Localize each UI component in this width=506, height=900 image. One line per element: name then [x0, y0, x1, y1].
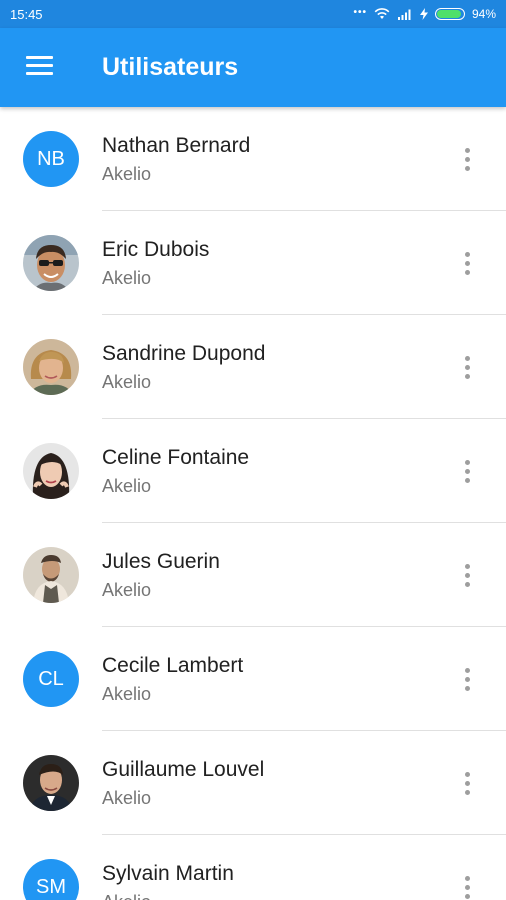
user-list-item[interactable]: Sandrine Dupond Akelio [0, 315, 506, 419]
avatar [23, 547, 79, 603]
user-company: Akelio [102, 476, 152, 496]
more-vertical-icon[interactable] [455, 559, 479, 591]
user-list: NB Nathan Bernard Akelio Eric Dubois Ake… [0, 107, 506, 900]
status-bar: 15:45 ••• 94% [0, 0, 506, 28]
avatar: CL [23, 651, 79, 707]
user-list-item[interactable]: Celine Fontaine Akelio [0, 419, 506, 523]
user-name: Nathan Bernard [102, 134, 251, 157]
user-name: Celine Fontaine [102, 446, 250, 469]
avatar [23, 755, 79, 811]
wifi-icon [374, 8, 390, 19]
battery-icon [434, 8, 465, 20]
avatar [23, 235, 79, 291]
user-company: Akelio [102, 892, 151, 900]
avatar [23, 443, 79, 499]
user-list-item[interactable]: Eric Dubois Akelio [0, 211, 506, 315]
app-bar: Utilisateurs [0, 28, 506, 107]
user-list-item[interactable]: SM Sylvain Martin Akelio [0, 835, 506, 900]
battery-percent: 94% [471, 7, 496, 21]
more-vertical-icon[interactable] [455, 871, 479, 900]
user-company: Akelio [102, 684, 152, 704]
user-name: Jules Guerin [102, 550, 220, 573]
more-dots-icon: ••• [353, 6, 367, 18]
user-name: Cecile Lambert [102, 654, 244, 677]
user-company: Akelio [102, 580, 152, 600]
status-icons: ••• 94% [353, 6, 496, 22]
more-vertical-icon[interactable] [455, 767, 479, 799]
user-list-item[interactable]: CL Cecile Lambert Akelio [0, 627, 506, 731]
user-list-item[interactable]: Jules Guerin Akelio [0, 523, 506, 627]
page-title: Utilisateurs [102, 53, 239, 81]
more-vertical-icon[interactable] [455, 143, 479, 175]
more-vertical-icon[interactable] [455, 247, 479, 279]
user-name: Sylvain Martin [102, 862, 234, 885]
more-vertical-icon[interactable] [455, 351, 479, 383]
hamburger-menu-icon[interactable] [26, 56, 53, 76]
avatar: NB [23, 131, 79, 187]
user-list-item[interactable]: Guillaume Louvel Akelio [0, 731, 506, 835]
signal-icon [397, 9, 411, 20]
user-company: Akelio [102, 372, 152, 392]
user-company: Akelio [102, 788, 152, 808]
status-time: 15:45 [10, 6, 43, 22]
user-company: Akelio [102, 268, 152, 288]
more-vertical-icon[interactable] [455, 663, 479, 695]
more-vertical-icon[interactable] [455, 455, 479, 487]
user-name: Sandrine Dupond [102, 342, 266, 365]
avatar: SM [23, 859, 79, 900]
user-name: Guillaume Louvel [102, 758, 265, 781]
battery-fill [436, 10, 462, 18]
charging-icon [419, 8, 428, 20]
user-company: Akelio [102, 164, 152, 184]
avatar [23, 339, 79, 395]
user-name: Eric Dubois [102, 238, 210, 261]
user-list-item[interactable]: NB Nathan Bernard Akelio [0, 107, 506, 211]
